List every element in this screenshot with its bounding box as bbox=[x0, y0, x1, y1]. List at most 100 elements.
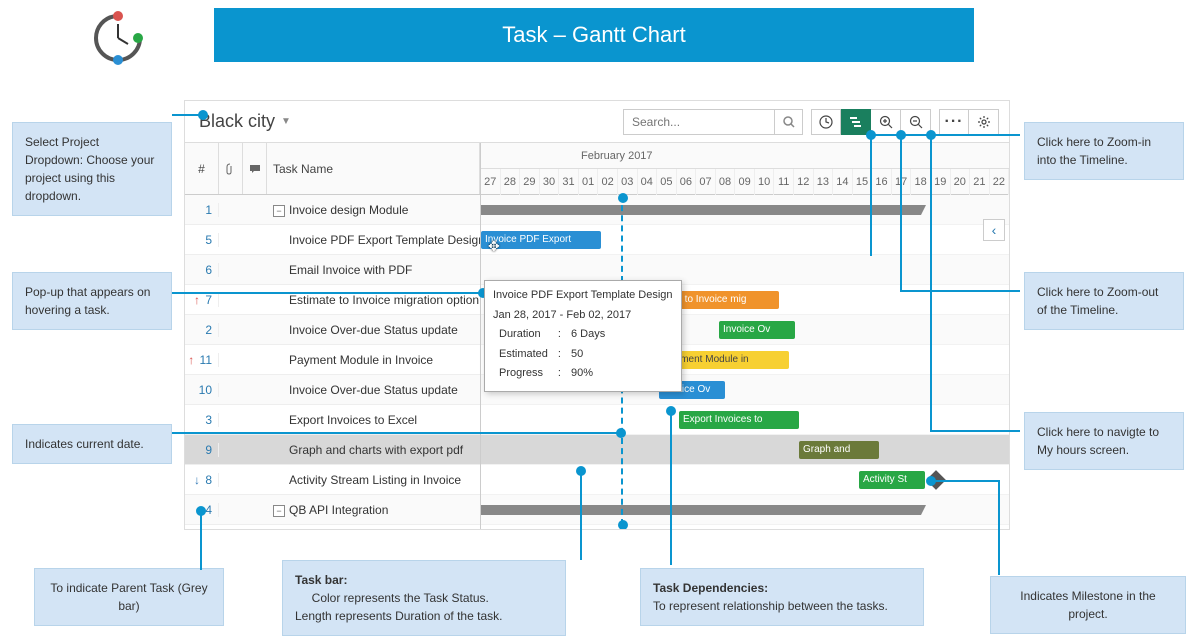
day-cell: 18 bbox=[911, 169, 931, 195]
callout-milestone: Indicates Milestone in the project. bbox=[990, 576, 1186, 634]
tooltip-estimated-label: Estimated bbox=[495, 346, 552, 364]
task-row[interactable]: 9 Graph and charts with export pdf bbox=[185, 435, 480, 465]
task-row[interactable]: 1−Invoice design Module bbox=[185, 195, 480, 225]
col-comment[interactable] bbox=[243, 143, 267, 194]
day-cell: 28 bbox=[501, 169, 521, 195]
gantt-icon bbox=[849, 115, 863, 129]
task-name: Graph and charts with export pdf bbox=[267, 443, 480, 457]
summary-bar[interactable] bbox=[481, 205, 921, 215]
day-cell: 08 bbox=[716, 169, 736, 195]
day-cell: 19 bbox=[931, 169, 951, 195]
search-box bbox=[623, 109, 803, 135]
grid-header: # Task Name bbox=[185, 143, 480, 195]
callout-current-date: Indicates current date. bbox=[12, 424, 172, 464]
task-row[interactable]: 10 Invoice Over-due Status update bbox=[185, 375, 480, 405]
task-row[interactable]: 3Export Invoices to Excel bbox=[185, 405, 480, 435]
tooltip-dates: Jan 28, 2017 - Feb 02, 2017 bbox=[493, 307, 673, 325]
task-name: Invoice Over-due Status update bbox=[267, 323, 480, 337]
zoom-out-icon bbox=[909, 115, 923, 129]
collapse-button[interactable]: − bbox=[273, 205, 285, 217]
tooltip-estimated-value: 50 bbox=[567, 346, 609, 364]
task-bar[interactable]: Activity St bbox=[859, 471, 925, 489]
task-row[interactable]: 4−QB API Integration bbox=[185, 495, 480, 525]
day-cell: 13 bbox=[814, 169, 834, 195]
gear-icon bbox=[977, 115, 991, 129]
collapse-button[interactable]: − bbox=[273, 505, 285, 517]
project-name: Black city bbox=[199, 111, 275, 132]
task-row[interactable]: 2 Invoice Over-due Status update bbox=[185, 315, 480, 345]
row-number: 6 bbox=[185, 263, 219, 277]
day-cell: 11 bbox=[774, 169, 794, 195]
col-task-name[interactable]: Task Name bbox=[267, 143, 480, 194]
comment-icon bbox=[249, 164, 261, 174]
search-input[interactable] bbox=[624, 110, 774, 134]
task-bar[interactable]: Invoice Ov bbox=[719, 321, 795, 339]
day-cell: 03 bbox=[618, 169, 638, 195]
col-number[interactable]: # bbox=[185, 143, 219, 194]
day-cell: 06 bbox=[677, 169, 697, 195]
row-number: ↑ 11 bbox=[185, 353, 219, 367]
task-name: Invoice Over-due Status update bbox=[267, 383, 480, 397]
callout-zoom-in: Click here to Zoom-in into the Timeline. bbox=[1024, 122, 1184, 180]
more-button[interactable]: ··· bbox=[939, 109, 969, 135]
page-title: Task – Gantt Chart bbox=[502, 22, 685, 48]
tooltip-progress-value: 90% bbox=[567, 365, 609, 383]
task-row[interactable]: 5Invoice PDF Export Template Design bbox=[185, 225, 480, 255]
zoom-in-icon bbox=[879, 115, 893, 129]
callout-popup: Pop-up that appears on hovering a task. bbox=[12, 272, 172, 330]
task-tooltip: Invoice PDF Export Template Design Jan 2… bbox=[484, 280, 682, 392]
day-cell: 09 bbox=[735, 169, 755, 195]
dropdown-caret-icon: ▼ bbox=[281, 116, 291, 127]
task-name: Email Invoice with PDF bbox=[267, 263, 480, 277]
day-cell: 31 bbox=[559, 169, 579, 195]
task-row[interactable]: ↑ 7Estimate to Invoice migration option bbox=[185, 285, 480, 315]
row-number: ↓ 8 bbox=[185, 473, 219, 487]
day-cell: 10 bbox=[755, 169, 775, 195]
task-name: Export Invoices to Excel bbox=[267, 413, 480, 427]
chevron-left-icon: ‹ bbox=[992, 222, 997, 238]
toolbar: Black city ▼ ··· bbox=[185, 101, 1009, 143]
day-cell: 04 bbox=[638, 169, 658, 195]
day-cell: 20 bbox=[951, 169, 971, 195]
search-button[interactable] bbox=[774, 110, 802, 134]
task-name: Payment Module in Invoice bbox=[267, 353, 480, 367]
callout-task-bar: Task bar: Color represents the Task Stat… bbox=[282, 560, 566, 636]
clock-icon bbox=[819, 115, 833, 129]
task-row[interactable]: ↓ 8Activity Stream Listing in Invoice bbox=[185, 465, 480, 495]
task-row[interactable]: ↑ 11 Payment Module in Invoice bbox=[185, 345, 480, 375]
day-cell: 01 bbox=[579, 169, 599, 195]
task-bar[interactable]: Graph and bbox=[799, 441, 879, 459]
task-name: −QB API Integration bbox=[267, 503, 480, 517]
task-row[interactable]: 6 Email Invoice with PDF bbox=[185, 255, 480, 285]
project-dropdown[interactable]: Black city ▼ bbox=[195, 111, 295, 132]
tooltip-title: Invoice PDF Export Template Design bbox=[493, 287, 673, 305]
row-number: 1 bbox=[185, 203, 219, 217]
day-cell: 30 bbox=[540, 169, 560, 195]
app-logo bbox=[88, 8, 148, 68]
callout-dependencies: Task Dependencies:To represent relations… bbox=[640, 568, 924, 626]
day-cell: 05 bbox=[657, 169, 677, 195]
day-cell: 16 bbox=[872, 169, 892, 195]
settings-button[interactable] bbox=[969, 109, 999, 135]
callout-zoom-out: Click here to Zoom-out of the Timeline. bbox=[1024, 272, 1184, 330]
tooltip-duration-label: Duration bbox=[495, 326, 552, 344]
col-attachment[interactable] bbox=[219, 143, 243, 194]
callout-project-dropdown: Select Project Dropdown: Choose your pro… bbox=[12, 122, 172, 216]
summary-bar[interactable] bbox=[481, 505, 921, 515]
tooltip-progress-label: Progress bbox=[495, 365, 552, 383]
scroll-left-button[interactable]: ‹ bbox=[983, 219, 1005, 241]
row-number: 5 bbox=[185, 233, 219, 247]
row-number: 2 bbox=[185, 323, 219, 337]
row-number: ↑ 7 bbox=[185, 293, 219, 307]
page-title-banner: Task – Gantt Chart bbox=[214, 8, 974, 62]
day-cell: 27 bbox=[481, 169, 501, 195]
task-bar[interactable]: Export Invoices to bbox=[679, 411, 799, 429]
row-number: 9 bbox=[185, 443, 219, 457]
callout-my-hours: Click here to navigte to My hours screen… bbox=[1024, 412, 1184, 470]
row-number: 10 bbox=[185, 383, 219, 397]
my-hours-button[interactable] bbox=[811, 109, 841, 135]
day-cell: 29 bbox=[520, 169, 540, 195]
day-cell: 12 bbox=[794, 169, 814, 195]
ellipsis-icon: ··· bbox=[945, 113, 964, 131]
day-cell: 07 bbox=[696, 169, 716, 195]
